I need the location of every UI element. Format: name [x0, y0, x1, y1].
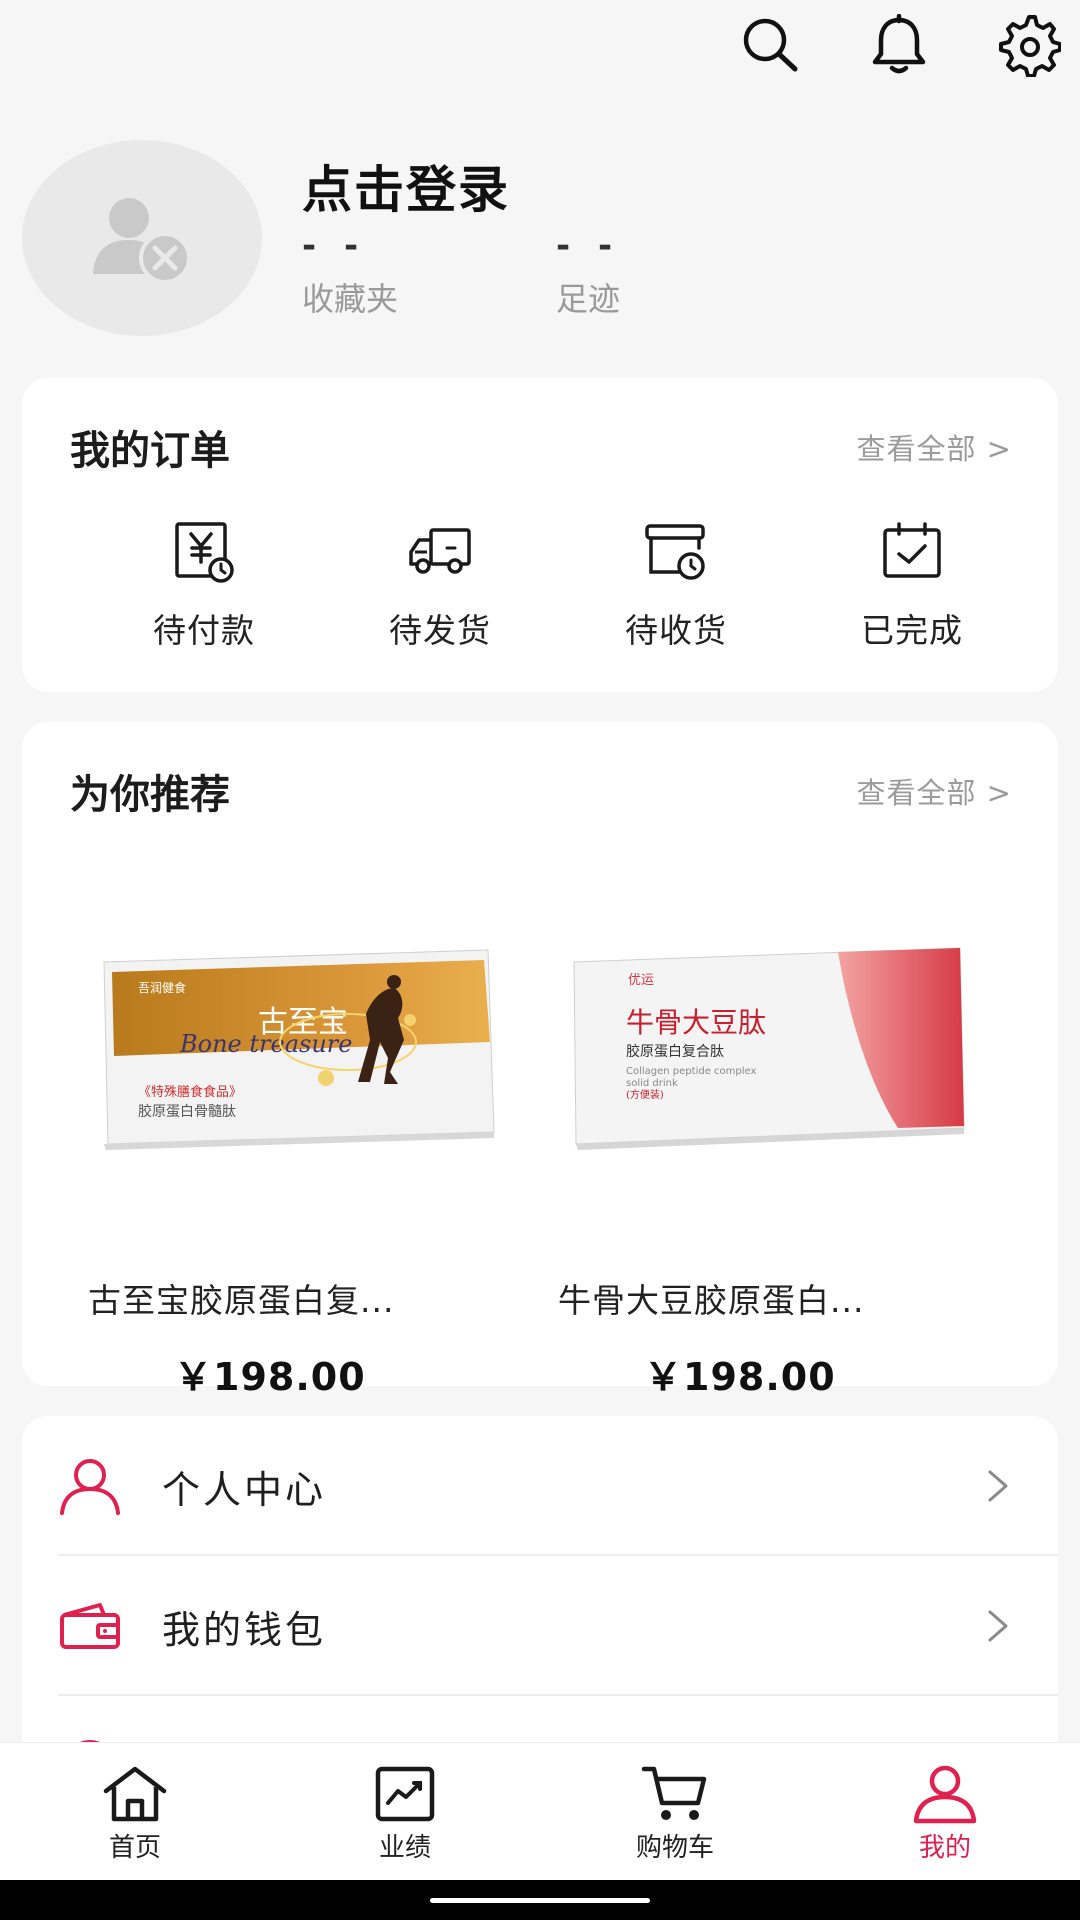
bell-icon[interactable]	[866, 12, 932, 78]
profile-icon	[913, 1765, 977, 1824]
avatar[interactable]	[22, 140, 262, 336]
recommend-title: 为你推荐	[70, 772, 230, 818]
search-icon[interactable]	[736, 12, 802, 78]
menu-item-label: 我的钱包	[162, 1607, 327, 1652]
recommend-see-all-link[interactable]: 查看全部 >	[856, 770, 1012, 812]
login-link[interactable]: 点击登录	[302, 150, 510, 222]
menu-item-label: 个人中心	[162, 1467, 327, 1512]
tab-cart[interactable]: 购物车	[540, 1743, 810, 1880]
user-icon	[58, 1454, 122, 1518]
wallet-icon	[58, 1594, 122, 1658]
product-card[interactable]: 优运 牛骨大豆肽 胶原蛋白复合肽 Collagen peptide comple…	[546, 872, 1016, 1401]
user-unavailable-icon	[93, 198, 191, 284]
product-box-english-type: solid drink	[626, 1078, 678, 1089]
gear-icon[interactable]	[996, 12, 1062, 78]
menu-card: 个人中心 我的钱包	[22, 1416, 1058, 1746]
product-box-subtitle: 胶原蛋白复合肽	[626, 1043, 724, 1060]
order-completed-label: 已完成	[861, 611, 963, 650]
chart-icon	[375, 1766, 435, 1822]
chevron-right-icon	[988, 1470, 1008, 1502]
chevron-right-icon	[988, 1610, 1008, 1642]
favorites-count: - -	[302, 226, 367, 266]
product-box-brand: 吾润健食	[138, 980, 186, 995]
system-navigation-bar	[0, 1880, 1080, 1920]
product-name: 牛骨大豆胶原蛋白...	[558, 1281, 865, 1320]
product-box-english-name: Collagen peptide complex	[626, 1066, 756, 1077]
recommend-card: 为你推荐 查看全部 > 吾润健食 古至宝 Bone treasure 《特殊膳食…	[22, 722, 1058, 1399]
order-completed[interactable]: 已完成	[794, 518, 1030, 652]
orders-title: 我的订单	[70, 428, 230, 474]
profile-section: 点击登录 - - 收藏夹 - - 足迹	[22, 140, 1062, 340]
tab-label: 首页	[108, 1833, 161, 1863]
payment-pending-icon	[175, 522, 234, 583]
favorites-stat[interactable]: - - 收藏夹	[302, 226, 398, 320]
order-pending-receipt-label: 待收货	[625, 611, 727, 650]
tab-label: 购物车	[635, 1833, 714, 1863]
menu-item-wallet[interactable]: 我的钱包	[58, 1556, 1058, 1696]
product-box-tag: (方便装)	[626, 1088, 664, 1101]
order-pending-receipt[interactable]: 待收货	[558, 518, 794, 652]
footprints-stat[interactable]: - - 足迹	[556, 226, 620, 320]
product-image: 优运 牛骨大豆肽 胶原蛋白复合肽 Collagen peptide comple…	[573, 947, 965, 1150]
product-box-tag: 《特殊膳食食品》	[138, 1084, 242, 1100]
cart-icon	[641, 1766, 707, 1820]
product-box-title: 牛骨大豆肽	[626, 1006, 766, 1039]
calendar-check-icon	[883, 522, 941, 578]
menu-item-partial[interactable]	[58, 1696, 1058, 1746]
tab-label: 业绩	[378, 1833, 431, 1863]
product-price: ￥198.00	[644, 1355, 836, 1399]
menu-item-personal-center[interactable]: 个人中心	[58, 1416, 1058, 1556]
product-box-script: Bone treasure	[179, 1030, 352, 1058]
orders-card: 我的订单 查看全部 > 待付款 待发货 待收货 已完成	[22, 378, 1058, 692]
bottom-tab-bar: 首页 业绩 购物车 我的	[0, 1742, 1080, 1880]
delivery-truck-icon	[409, 528, 471, 574]
tab-label: 我的	[918, 1833, 971, 1863]
orders-see-all-link[interactable]: 查看全部 >	[856, 426, 1012, 468]
footprints-label: 足迹	[556, 280, 621, 318]
receipt-pending-icon	[645, 524, 705, 580]
favorites-label: 收藏夹	[302, 280, 399, 318]
order-pending-payment[interactable]: 待付款	[86, 518, 322, 652]
footprints-count: - -	[556, 226, 621, 266]
tab-mine[interactable]: 我的	[810, 1743, 1080, 1880]
product-box-subtitle: 胶原蛋白骨髓肽	[138, 1103, 236, 1120]
product-box-brand: 优运	[628, 973, 654, 988]
product-name: 古至宝胶原蛋白复...	[88, 1281, 395, 1320]
order-pending-shipment[interactable]: 待发货	[322, 518, 558, 652]
product-price: ￥198.00	[174, 1355, 366, 1399]
top-toolbar	[736, 12, 1062, 78]
home-indicator[interactable]	[430, 1898, 650, 1903]
home-icon	[103, 1766, 167, 1822]
product-card[interactable]: 吾润健食 古至宝 Bone treasure 《特殊膳食食品》 胶原蛋白骨髓肽 …	[76, 872, 546, 1401]
order-pending-payment-label: 待付款	[153, 611, 255, 650]
product-image: 吾润健食 古至宝 Bone treasure 《特殊膳食食品》 胶原蛋白骨髓肽	[103, 949, 495, 1150]
tab-home[interactable]: 首页	[0, 1743, 270, 1880]
tab-performance[interactable]: 业绩	[270, 1743, 540, 1880]
order-pending-shipment-label: 待发货	[389, 611, 491, 650]
